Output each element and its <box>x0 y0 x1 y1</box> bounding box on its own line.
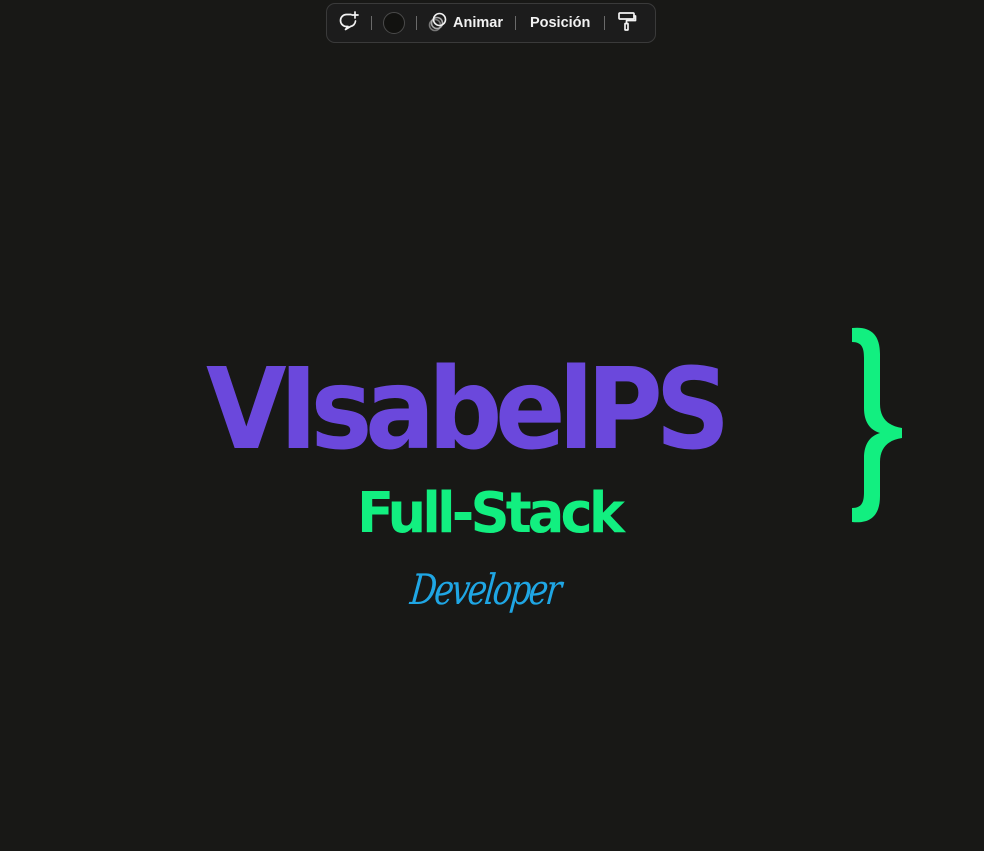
position-button[interactable]: Posición <box>526 8 594 38</box>
toolbar-divider <box>514 16 516 30</box>
role-text[interactable]: Developer <box>407 560 562 620</box>
toolbar-divider <box>604 16 606 30</box>
comment-plus-icon <box>338 10 360 36</box>
paint-roller-icon <box>616 10 638 36</box>
copy-style-button[interactable] <box>615 8 639 38</box>
subtitle-text[interactable]: Full-Stack <box>357 478 625 550</box>
design-canvas[interactable]: Animar Posición VIsabelPS Full-Stack Dev… <box>0 0 984 851</box>
toolbar-divider <box>416 16 417 30</box>
animate-circles-icon <box>427 10 449 36</box>
logo-title[interactable]: VIsabelPS <box>206 340 730 480</box>
floating-toolbar: Animar Posición <box>326 3 656 43</box>
add-comment-button[interactable] <box>337 8 361 38</box>
animate-label: Animar <box>453 15 503 31</box>
color-swatch <box>383 12 405 34</box>
position-label: Posición <box>529 15 591 31</box>
toolbar-divider <box>371 16 372 30</box>
animate-button[interactable]: Animar <box>427 8 505 38</box>
curly-brace-icon[interactable] <box>848 320 908 528</box>
color-picker-button[interactable] <box>382 8 406 38</box>
